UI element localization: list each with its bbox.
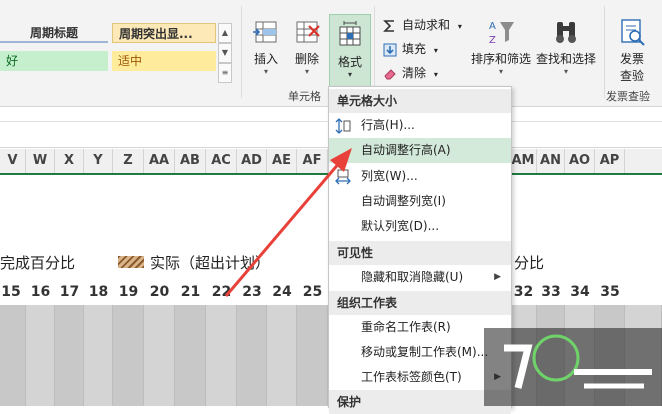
arrow-shaft <box>224 161 342 297</box>
annotation-arrow-overlay <box>224 148 352 297</box>
